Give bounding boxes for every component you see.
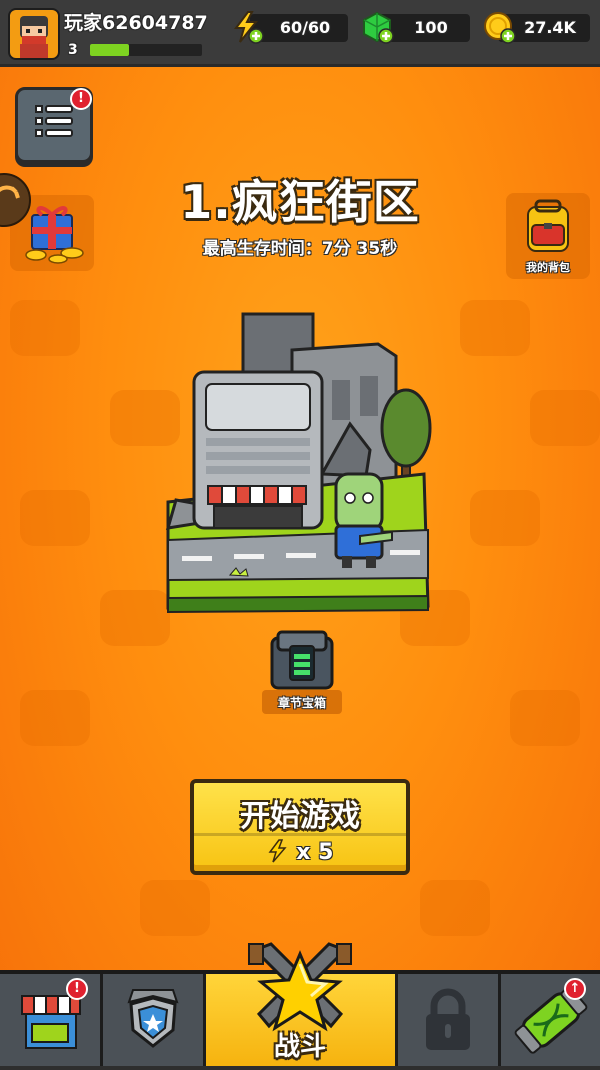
energy-lightning-icon[interactable]	[230, 10, 264, 44]
energy-cost: x 5	[194, 839, 406, 865]
chapter-chest-label: 章节宝箱	[277, 696, 326, 710]
nav-tab-talent[interactable]	[103, 974, 206, 1066]
start-game-label: 开始游戏	[240, 799, 360, 834]
nav-tab-locked[interactable]	[398, 974, 501, 1066]
nav-battle-label: 战斗	[273, 1032, 326, 1062]
shop-notification-badge: !	[66, 978, 88, 1000]
player-avatar-icon	[20, 16, 48, 58]
backpack-label: 我的背包	[526, 261, 570, 274]
evolve-upgrade-badge: ↑	[564, 978, 586, 1000]
energy-cost-lightning-icon	[268, 839, 287, 863]
menu-notification-badge: !	[70, 88, 92, 110]
best-survival-time: 最高生存时间：7分 35秒	[202, 239, 398, 259]
xp-bar	[90, 44, 202, 56]
energy-value: 60/60	[279, 18, 331, 37]
lock-icon	[426, 988, 470, 1050]
stage-title: 1.疯狂街区	[180, 175, 420, 229]
shield-emblem-icon	[127, 989, 179, 1048]
player-name: 玩家62604787	[64, 12, 208, 34]
player-level: 3	[68, 42, 78, 58]
gem-value: 100	[414, 18, 448, 37]
energy-cost-value: x 5	[296, 840, 334, 865]
gem-icon[interactable]	[360, 10, 394, 44]
start-game-button[interactable]: 开始游戏 x 5	[190, 779, 410, 875]
start-button-divider	[194, 833, 406, 836]
chapter-chest-icon[interactable]	[266, 628, 338, 692]
coin-value: 27.4K	[524, 18, 576, 37]
stage-illustration[interactable]	[160, 310, 440, 620]
xp-bar-fill	[90, 44, 130, 56]
coin-icon[interactable]	[482, 10, 516, 44]
battle-star-icon	[248, 942, 352, 1032]
player-avatar[interactable]	[8, 8, 60, 60]
